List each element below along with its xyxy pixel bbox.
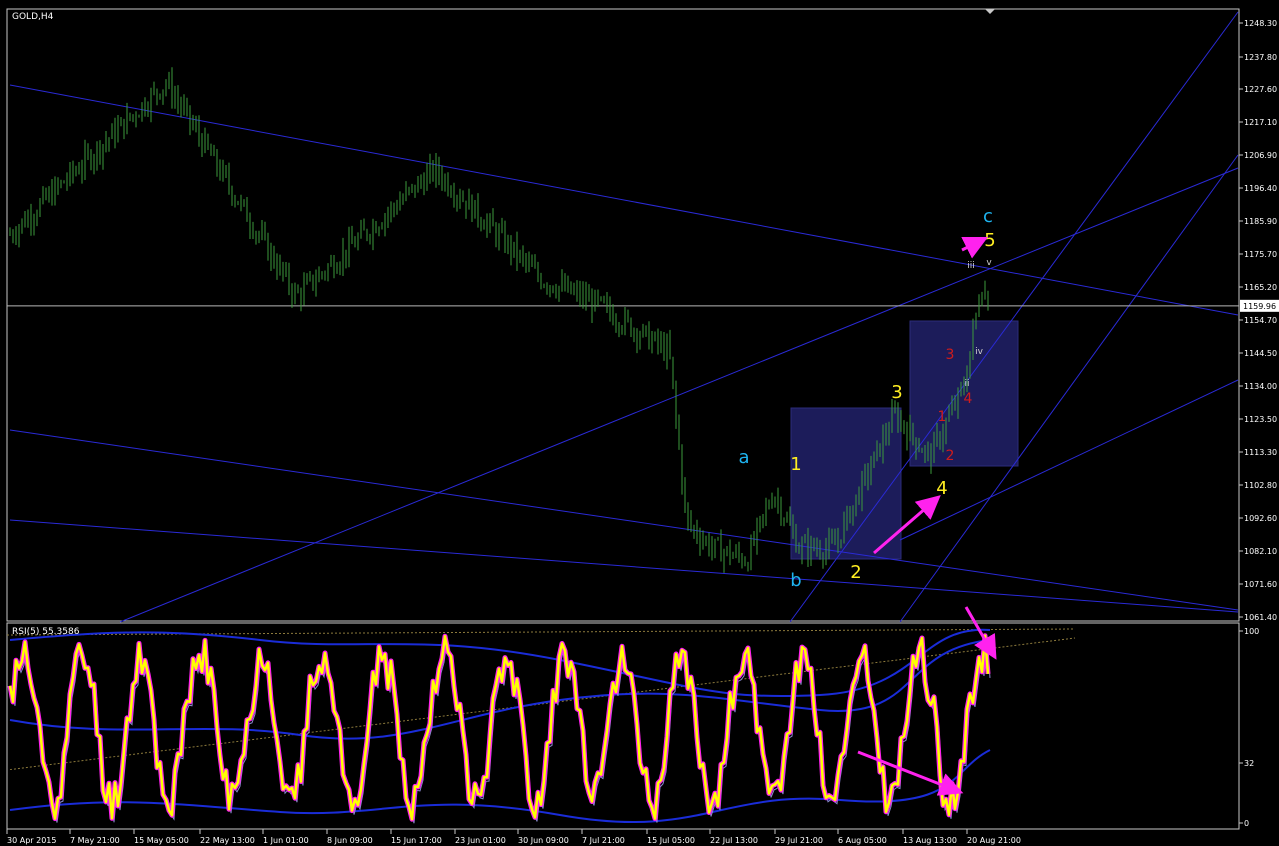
- price-tick-label: 1165.20: [1244, 283, 1277, 292]
- time-tick-label: 7 Jul 21:00: [582, 836, 625, 845]
- time-tick-label: 6 Aug 05:00: [838, 836, 887, 845]
- price-tick-label: 1227.60: [1244, 85, 1277, 94]
- wave-label: iii: [967, 261, 975, 271]
- wave-label: c: [983, 206, 993, 227]
- time-tick-label: 1 Jun 01:00: [263, 836, 309, 845]
- wave-label: 2: [850, 562, 861, 583]
- wave-label: 1: [938, 409, 947, 425]
- chart-window[interactable]: abc123451234iiiiiivv 1248.301237.801227.…: [0, 0, 1279, 846]
- wave-label: 3: [891, 382, 902, 403]
- rsi-tick-label: 32: [1244, 759, 1254, 768]
- wave-label: 4: [936, 478, 947, 499]
- wave-label: 4: [964, 391, 973, 407]
- price-tick-label: 1113.30: [1244, 448, 1277, 457]
- time-tick-label: 15 Jun 17:00: [391, 836, 442, 845]
- wave-label: 5: [984, 230, 995, 251]
- price-tick-label: 1134.00: [1244, 382, 1277, 391]
- price-tick-label: 1154.70: [1244, 316, 1277, 325]
- price-tick-label: 1175.70: [1244, 250, 1277, 259]
- wave-label: a: [738, 447, 749, 468]
- time-tick-label: 15 May 05:00: [134, 836, 189, 845]
- price-tick-label: 1185.90: [1244, 217, 1277, 226]
- price-tick-label: 1082.10: [1244, 547, 1277, 556]
- price-tick-label: 1071.60: [1244, 580, 1277, 589]
- price-tick-label: 1061.40: [1244, 613, 1277, 622]
- price-tick-label: 1102.80: [1244, 481, 1277, 490]
- time-tick-label: 30 Jun 09:00: [518, 836, 569, 845]
- time-tick-label: 13 Aug 13:00: [903, 836, 957, 845]
- time-tick-label: 22 Jul 13:00: [710, 836, 758, 845]
- price-tick-label: 1092.60: [1244, 514, 1277, 523]
- time-tick-label: 22 May 13:00: [200, 836, 255, 845]
- time-tick-label: 23 Jun 01:00: [455, 836, 506, 845]
- symbol-label: GOLD,H4: [12, 12, 54, 22]
- wave-label: iv: [975, 347, 984, 357]
- price-panel[interactable]: [6, 8, 1240, 622]
- price-tick-label: 1144.50: [1244, 349, 1277, 358]
- price-tick-label: 1217.10: [1244, 118, 1277, 127]
- wave-label: v: [986, 258, 992, 268]
- rsi-tick-label: 100: [1244, 627, 1259, 636]
- time-tick-label: 15 Jul 05:00: [647, 836, 695, 845]
- current-price-label: 1159.96: [1243, 302, 1276, 311]
- time-tick-label: 29 Jul 21:00: [775, 836, 823, 845]
- price-tick-label: 1196.40: [1244, 184, 1277, 193]
- price-tick-label: 1237.80: [1244, 53, 1277, 62]
- wave-label: 3: [946, 347, 955, 363]
- rsi-label: RSI(5) 55.3586: [12, 627, 80, 637]
- wave-label: b: [790, 570, 801, 591]
- time-tick-label: 30 Apr 2015: [7, 836, 56, 845]
- price-tick-label: 1248.30: [1244, 19, 1277, 28]
- price-tick-label: 1123.50: [1244, 415, 1277, 424]
- time-tick-label: 7 May 21:00: [70, 836, 120, 845]
- wave-label: 1: [790, 454, 801, 475]
- wave-label: 2: [946, 448, 955, 464]
- wave-label: ii: [964, 379, 969, 389]
- time-tick-label: 20 Aug 21:00: [967, 836, 1021, 845]
- price-tick-label: 1206.90: [1244, 151, 1277, 160]
- time-tick-label: 8 Jun 09:00: [327, 836, 373, 845]
- rsi-tick-label: 0: [1244, 819, 1249, 828]
